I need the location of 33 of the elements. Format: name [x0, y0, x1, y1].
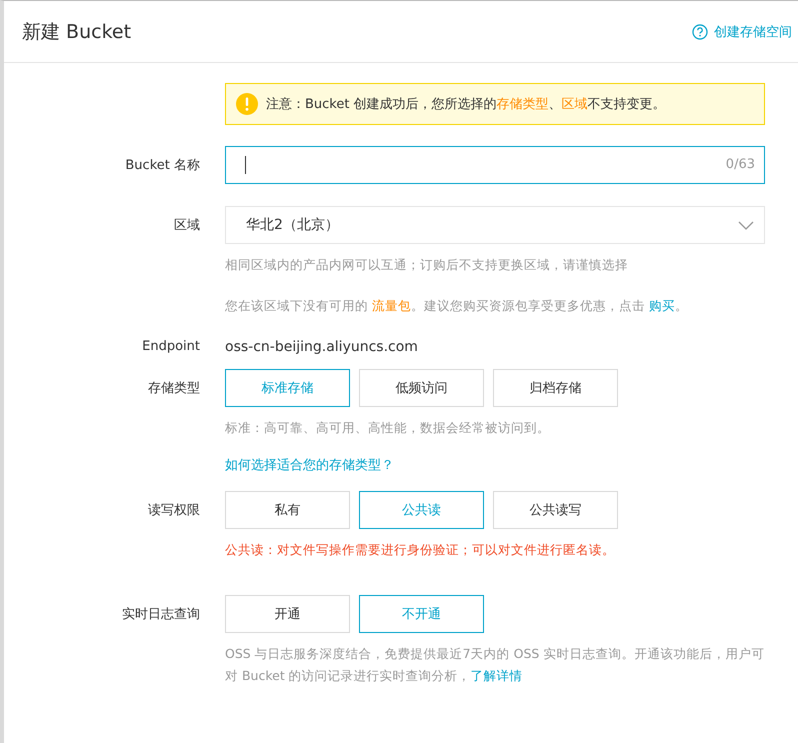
option-button[interactable]: 标准存储	[225, 369, 350, 407]
option-button[interactable]: 公共读	[359, 491, 484, 529]
notice-text: 注意：Bucket 创建成功后，您所选择的存储类型、区域不支持变更。	[266, 96, 666, 113]
option-button[interactable]: 归档存储	[493, 369, 618, 407]
character-counter: 0/63	[726, 157, 755, 172]
help-icon	[692, 24, 708, 40]
field-label: 实时日志查询	[121, 606, 200, 624]
field-label: 存储类型	[147, 380, 200, 398]
hint-text: 标准：高可靠、高可用、高性能，数据会经常被访问到。	[225, 420, 551, 437]
help-link[interactable]: 如何选择适合您的存储类型？	[225, 458, 394, 473]
text-cursor	[245, 156, 246, 174]
link[interactable]: 购买	[648, 298, 675, 313]
option-button[interactable]: 私有	[225, 491, 350, 529]
field-label: 读写权限	[147, 502, 200, 520]
description-text: OSS 与日志服务深度结合，免费提供最近7天内的 OSS 实时日志查询。开通该功能后，用户可对 Bucket 的访问记录进行实时查询分析，了解详情	[225, 645, 765, 685]
field-label: Endpoint	[141, 339, 200, 355]
warning-icon	[236, 93, 258, 115]
chevron-down-icon	[738, 220, 754, 230]
help-link[interactable]: 创建存储空间	[692, 22, 792, 40]
field-label: Bucket 名称	[124, 157, 200, 175]
link[interactable]: 了解详情	[470, 668, 523, 683]
field-label: 区域	[173, 217, 200, 235]
bucket-name-input[interactable]	[225, 146, 765, 184]
endpoint-value: oss-cn-beijing.aliyuncs.com	[225, 339, 419, 355]
hint-text: 相同区域内的产品内网可以互通；订购后不支持更换区域，请谨慎选择	[225, 257, 629, 274]
option-button[interactable]: 开通	[225, 595, 350, 633]
hint-text: 您在该区域下没有可用的 流量包。建议您购买资源包享受更多优惠，点击 购买。	[225, 298, 689, 315]
region-select[interactable]: 华北2（北京）	[225, 206, 765, 244]
dialog-title: 新建 Bucket	[22, 20, 132, 44]
option-button[interactable]: 公共读写	[493, 491, 618, 529]
option-button[interactable]: 不开通	[359, 595, 484, 633]
warning-text: 公共读：对文件写操作需要进行身份验证；可以对文件进行匿名读。	[225, 542, 616, 559]
option-button[interactable]: 低频访问	[359, 369, 484, 407]
